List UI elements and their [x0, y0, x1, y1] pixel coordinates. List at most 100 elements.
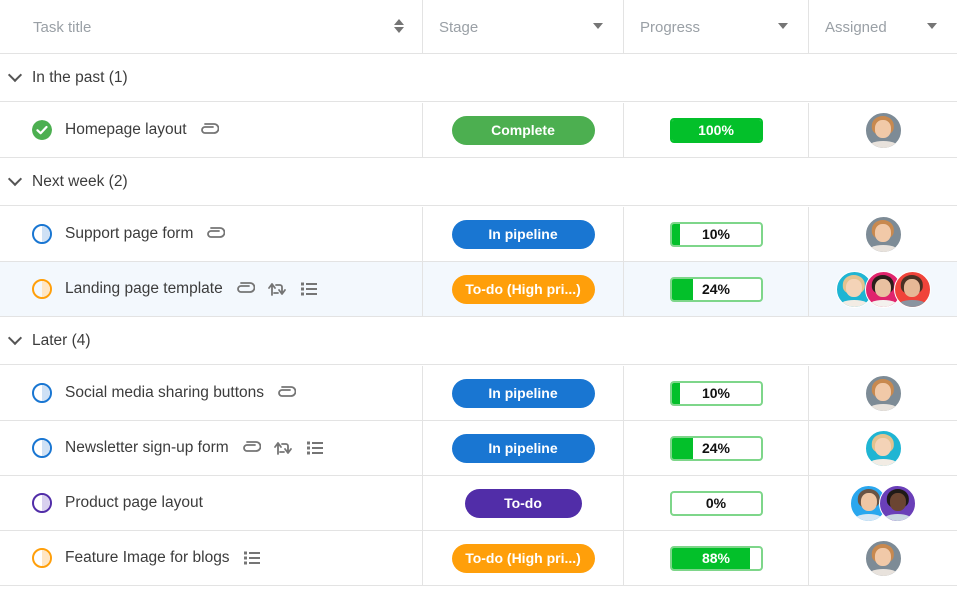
- assigned-cell[interactable]: [809, 262, 957, 316]
- task-title[interactable]: Feature Image for blogs: [65, 549, 230, 567]
- task-title[interactable]: Newsletter sign-up form: [65, 439, 229, 457]
- recurring-icon[interactable]: [273, 438, 293, 458]
- stage-badge[interactable]: To-do (High pri...): [451, 274, 595, 304]
- group-header[interactable]: In the past (1): [0, 54, 957, 102]
- stage-badge[interactable]: In pipeline: [451, 378, 595, 408]
- avatar-group: [835, 270, 931, 308]
- chevron-down-icon[interactable]: [7, 67, 23, 82]
- stage-cell[interactable]: To-do: [423, 476, 624, 530]
- stage-cell[interactable]: To-do (High pri...): [423, 262, 624, 316]
- avatar-woman-glasses[interactable]: [864, 539, 902, 577]
- caret-down-icon[interactable]: [593, 23, 603, 29]
- progress-bar[interactable]: 10%: [669, 380, 763, 406]
- checklist-icon[interactable]: [242, 548, 262, 568]
- group-header[interactable]: Next week (2): [0, 158, 957, 206]
- stage-badge[interactable]: To-do (High pri...): [451, 543, 595, 573]
- stage-cell[interactable]: To-do (High pri...): [423, 531, 624, 585]
- caret-down-icon[interactable]: [778, 23, 788, 29]
- task-title[interactable]: Landing page template: [65, 280, 223, 298]
- assigned-cell[interactable]: [809, 531, 957, 585]
- column-label: Assigned: [825, 18, 887, 36]
- attachment-icon[interactable]: [276, 383, 297, 403]
- avatar-woman-glasses[interactable]: [864, 111, 902, 149]
- task-title-cell[interactable]: Landing page template: [0, 262, 423, 316]
- status-circle-icon[interactable]: [32, 383, 52, 403]
- task-title[interactable]: Social media sharing buttons: [65, 384, 264, 402]
- stage-badge[interactable]: In pipeline: [451, 433, 595, 463]
- avatar-group: [850, 484, 916, 522]
- stage-cell[interactable]: In pipeline: [423, 207, 624, 261]
- assigned-cell[interactable]: [809, 103, 957, 157]
- table-row[interactable]: Homepage layout Complete 100%: [0, 103, 957, 158]
- progress-bar[interactable]: 88%: [669, 545, 763, 571]
- table-row[interactable]: Feature Image for blogs To-do (High pri..…: [0, 531, 957, 586]
- column-header-task-title[interactable]: Task title: [0, 0, 423, 54]
- progress-bar[interactable]: 100%: [669, 117, 763, 143]
- table-row[interactable]: Newsletter sign-up form In pipeline 24%: [0, 421, 957, 476]
- progress-cell: 88%: [624, 531, 809, 585]
- progress-label: 10%: [701, 385, 731, 401]
- progress-bar[interactable]: 24%: [669, 435, 763, 461]
- recurring-icon[interactable]: [267, 279, 287, 299]
- assigned-cell[interactable]: [809, 207, 957, 261]
- chevron-down-icon[interactable]: [7, 171, 23, 186]
- status-circle-icon[interactable]: [32, 279, 52, 299]
- checklist-icon[interactable]: [305, 438, 325, 458]
- group-label: Next week (2): [32, 172, 128, 190]
- complete-check-icon[interactable]: [32, 120, 52, 140]
- column-header-assigned[interactable]: Assigned: [809, 0, 957, 54]
- stage-cell[interactable]: In pipeline: [423, 366, 624, 420]
- attachment-icon[interactable]: [241, 438, 261, 458]
- column-header-progress[interactable]: Progress: [624, 0, 809, 54]
- avatar-group: [864, 215, 902, 253]
- avatar-man-beard[interactable]: [893, 270, 931, 308]
- task-title-cell[interactable]: Feature Image for blogs: [0, 531, 423, 585]
- column-label: Progress: [640, 18, 701, 36]
- task-title-cell[interactable]: Newsletter sign-up form: [0, 421, 423, 475]
- assigned-cell[interactable]: [809, 476, 957, 530]
- avatar-man-dark[interactable]: [879, 484, 916, 522]
- table-row[interactable]: Landing page template To-do (High pri...)…: [0, 262, 957, 317]
- progress-cell: 10%: [624, 207, 809, 261]
- task-title-cell[interactable]: Social media sharing buttons: [0, 366, 423, 420]
- attachment-icon[interactable]: [199, 120, 219, 140]
- status-circle-icon[interactable]: [32, 493, 52, 513]
- stage-cell[interactable]: Complete: [423, 103, 624, 157]
- progress-cell: 10%: [624, 366, 809, 420]
- progress-bar[interactable]: 24%: [669, 276, 763, 302]
- progress-cell: 100%: [624, 103, 809, 157]
- table-row[interactable]: Support page form In pipeline 10%: [0, 207, 957, 262]
- table-row[interactable]: Product page layout To-do 0%: [0, 476, 957, 531]
- table-row[interactable]: Social media sharing buttons In pipeline 1…: [0, 366, 957, 421]
- status-circle-icon[interactable]: [32, 224, 52, 244]
- stage-cell[interactable]: In pipeline: [423, 421, 624, 475]
- stage-badge[interactable]: In pipeline: [451, 219, 595, 249]
- stage-badge[interactable]: Complete: [451, 115, 595, 145]
- task-title[interactable]: Product page layout: [65, 494, 203, 512]
- status-circle-icon[interactable]: [32, 438, 52, 458]
- avatar-woman-glasses[interactable]: [864, 374, 902, 412]
- avatar-woman-glasses[interactable]: [864, 215, 902, 253]
- status-circle-icon[interactable]: [32, 548, 52, 568]
- avatar-woman-blonde[interactable]: [864, 429, 902, 467]
- table-header: Task title Stage Progress Assigned: [0, 0, 957, 54]
- stage-badge[interactable]: To-do: [464, 488, 582, 518]
- task-title-cell[interactable]: Support page form: [0, 207, 423, 261]
- column-header-stage[interactable]: Stage: [423, 0, 624, 54]
- caret-down-icon[interactable]: [927, 23, 937, 29]
- progress-bar[interactable]: 0%: [669, 490, 763, 516]
- sort-icon[interactable]: [394, 19, 404, 35]
- task-title-cell[interactable]: Homepage layout: [0, 103, 423, 157]
- checklist-icon[interactable]: [299, 279, 319, 299]
- assigned-cell[interactable]: [809, 366, 957, 420]
- task-title[interactable]: Homepage layout: [65, 121, 187, 139]
- task-title-cell[interactable]: Product page layout: [0, 476, 423, 530]
- progress-bar[interactable]: 10%: [669, 221, 763, 247]
- group-header[interactable]: Later (4): [0, 317, 957, 365]
- chevron-down-icon[interactable]: [7, 330, 23, 345]
- column-label: Task title: [33, 18, 92, 36]
- assigned-cell[interactable]: [809, 421, 957, 475]
- task-title[interactable]: Support page form: [65, 225, 193, 243]
- attachment-icon[interactable]: [235, 279, 255, 299]
- attachment-icon[interactable]: [205, 224, 226, 244]
